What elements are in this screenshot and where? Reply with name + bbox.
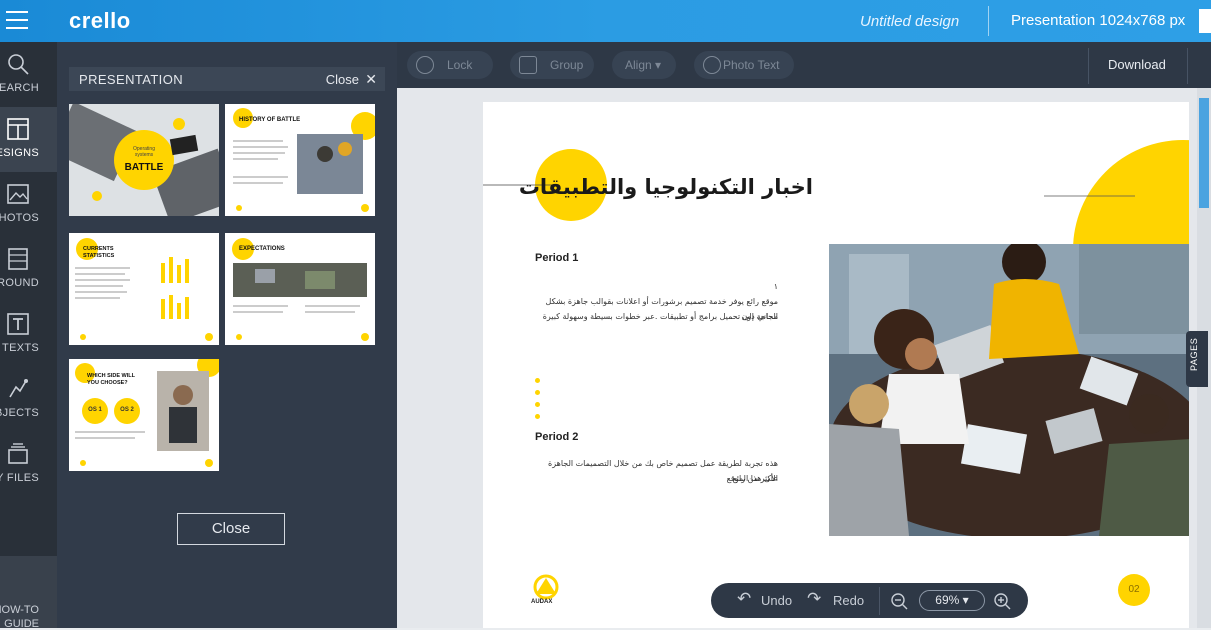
divider	[1187, 48, 1188, 84]
bullet-dot	[535, 414, 540, 419]
thumb-3-title: CURRENTS STATISTICS	[83, 246, 115, 259]
template-thumb-2[interactable]: HISTORY OF BATTLE	[225, 104, 375, 216]
rail-label: SEARCH	[0, 82, 39, 94]
account-button[interactable]	[1199, 9, 1211, 33]
lock-button[interactable]: Lock	[407, 51, 493, 79]
period-1-mark: ١	[773, 282, 778, 291]
align-button[interactable]: Align ▾	[612, 51, 676, 79]
rail-item-background[interactable]: BACKGROUND	[0, 237, 57, 302]
group-label: Group	[550, 58, 584, 72]
rail-item-designs[interactable]: DESIGNS	[0, 107, 57, 172]
slide-page[interactable]: اخبار التكنولوجيا والتطبيقات Period 1 ١ …	[483, 102, 1189, 628]
close-icon[interactable]: ✕	[365, 71, 377, 88]
rail-label: TEXTS	[2, 342, 39, 354]
bullet-dot	[535, 378, 540, 383]
divider	[879, 587, 880, 615]
rail-label: OBJECTS	[0, 407, 39, 419]
panel-close-button[interactable]: Close	[177, 513, 285, 545]
bottom-history-bar: ↶ Undo ↷ Redo 69% ▾	[711, 583, 1028, 618]
zoom-out-icon[interactable]	[890, 592, 908, 610]
thumb-5-option-1: OS 1	[88, 407, 102, 413]
download-button[interactable]: Download	[1108, 57, 1166, 72]
rail-item-search[interactable]: SEARCH	[0, 42, 57, 107]
rail-item-objects[interactable]: OBJECTS	[0, 367, 57, 432]
rail-item-texts[interactable]: TEXTS	[0, 302, 57, 367]
canvas-area: اخبار التكنولوجيا والتطبيقات Period 1 ١ …	[397, 88, 1211, 628]
redo-icon[interactable]: ↷	[807, 589, 821, 609]
left-rail: SEARCH DESIGNS PHOTOS BACKGROUND TEXTS O…	[0, 42, 57, 628]
texts-icon	[7, 313, 29, 335]
audax-logo-text: AUDAX	[531, 599, 553, 605]
slide-title[interactable]: اخبار التكنولوجيا والتطبيقات	[483, 175, 813, 199]
rail-label: MY FILES	[0, 472, 39, 484]
how-to-guide[interactable]: HOW-TO GUIDE	[0, 556, 57, 630]
rail-label: BACKGROUND	[0, 277, 39, 289]
scroll-thumb[interactable]	[1199, 98, 1209, 208]
group-icon	[519, 56, 537, 74]
design-title[interactable]: Untitled design	[860, 13, 959, 30]
redo-button[interactable]: Redo	[833, 593, 864, 608]
guide-label: GUIDE	[4, 618, 39, 630]
pages-tab-label: PAGES	[1189, 337, 1199, 371]
period-2-heading[interactable]: Period 2	[535, 431, 578, 443]
zoom-value: 69%	[935, 593, 960, 607]
rail-item-my-files[interactable]: MY FILES	[0, 432, 57, 497]
objects-icon	[9, 379, 28, 398]
pages-tab[interactable]: PAGES	[1186, 331, 1208, 387]
thumb-1-big: BATTLE	[124, 162, 164, 173]
bullet-dot	[535, 402, 540, 407]
search-icon	[8, 54, 29, 75]
period-2-text-line-2[interactable]: الأكثر من رائع	[533, 471, 778, 486]
rail-label: PHOTOS	[0, 212, 39, 224]
photos-icon	[7, 184, 29, 204]
designs-icon	[7, 118, 29, 140]
thumb-1-small: Operating systems	[133, 146, 155, 158]
background-icon	[8, 248, 28, 270]
editor-toolbar: Lock Group Align ▾ Photo Text Download	[397, 42, 1211, 88]
template-thumb-5[interactable]: WHICH SIDE WILL YOU CHOOSE? OS 1 OS 2	[69, 359, 219, 471]
align-label: Align ▾	[625, 58, 662, 72]
thumb-2-title: HISTORY OF BATTLE	[239, 117, 301, 123]
crello-logo[interactable]: crello	[69, 8, 131, 34]
template-thumb-3[interactable]: CURRENTS STATISTICS	[69, 233, 219, 345]
thumb-1-art	[69, 104, 219, 216]
divider	[988, 6, 989, 36]
zoom-in-icon[interactable]	[993, 592, 1011, 610]
bullet-dot	[535, 390, 540, 395]
menu-icon[interactable]	[6, 11, 28, 29]
slide-page-number: 02	[1118, 574, 1150, 606]
design-size-label[interactable]: Presentation 1024x768 px	[1011, 12, 1185, 29]
zoom-select[interactable]: 69% ▾	[919, 590, 985, 611]
group-button[interactable]: Group	[510, 51, 594, 79]
thumb-5-option-2: OS 2	[120, 407, 134, 413]
panel-header: PRESENTATION Close ✕	[69, 67, 385, 91]
meeting-photo[interactable]	[829, 244, 1189, 536]
divider	[1088, 48, 1089, 84]
panel-close-link[interactable]: Close	[326, 72, 359, 87]
top-bar: crello Untitled design Presentation 1024…	[0, 0, 1211, 42]
period-1-heading[interactable]: Period 1	[535, 252, 578, 264]
how-to-label: HOW-TO	[0, 604, 39, 616]
period-1-text-line-2[interactable]: الحاجة إلى تحميل برامج أو تطبيقات .عبر خ…	[533, 309, 778, 324]
undo-button[interactable]: Undo	[761, 593, 792, 608]
panel-title: PRESENTATION	[79, 72, 183, 87]
template-thumb-4[interactable]: EXPECTATIONS	[225, 233, 375, 345]
rail-item-photos[interactable]: PHOTOS	[0, 172, 57, 237]
photo-text-button[interactable]: Photo Text	[694, 51, 794, 79]
photo-text-label: Photo Text	[723, 58, 780, 72]
my-files-icon	[8, 443, 28, 464]
undo-icon[interactable]: ↶	[737, 589, 751, 609]
templates-panel: PRESENTATION Close ✕ Operating systems B…	[57, 42, 397, 628]
lock-icon	[416, 56, 434, 74]
lock-label: Lock	[447, 58, 473, 72]
rail-label: DESIGNS	[0, 147, 39, 159]
template-thumb-1[interactable]: Operating systems BATTLE	[69, 104, 219, 216]
photo-text-icon	[703, 56, 721, 74]
thumb-5-title: WHICH SIDE WILL YOU CHOOSE?	[87, 373, 135, 386]
thumb-4-title: EXPECTATIONS	[239, 246, 285, 252]
